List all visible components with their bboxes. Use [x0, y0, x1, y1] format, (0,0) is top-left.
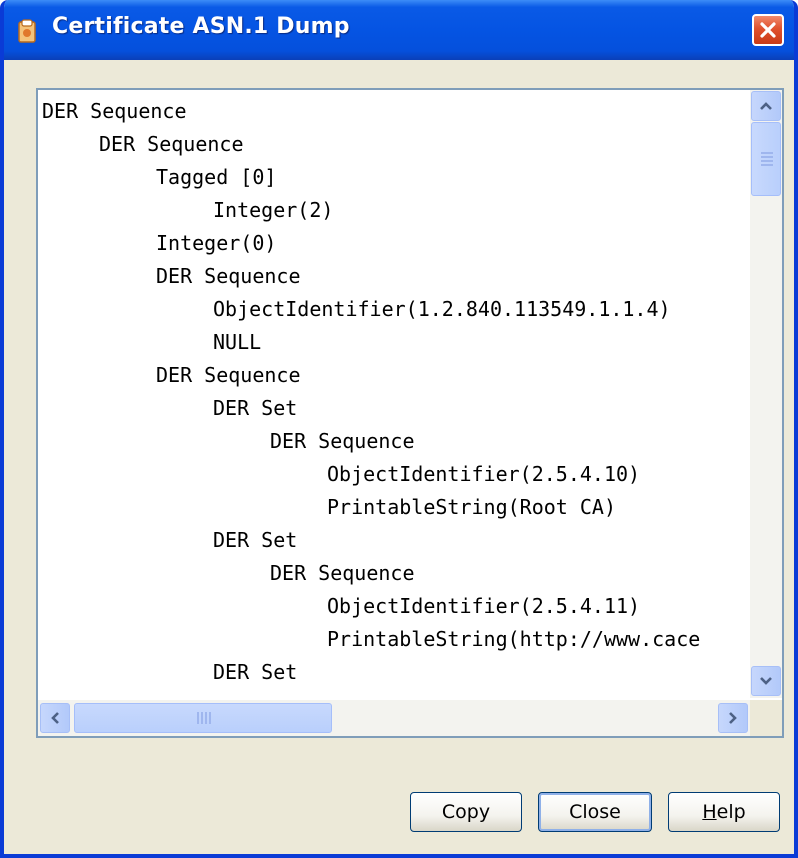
close-window-button[interactable] [752, 14, 784, 46]
chevron-right-icon [729, 712, 737, 724]
help-button[interactable]: Help [668, 792, 780, 832]
horizontal-scrollbar[interactable] [38, 700, 750, 736]
close-button[interactable]: Close [538, 792, 652, 832]
vertical-scrollbar[interactable] [750, 90, 782, 698]
help-label-rest: elp [716, 801, 746, 823]
asn1-dump-line: Integer(0) [156, 231, 277, 255]
asn1-dump-line: DER Set [213, 396, 298, 420]
asn1-dump-line: PrintableString(Root CA) [327, 495, 616, 519]
vertical-scroll-thumb[interactable] [751, 122, 781, 196]
help-accelerator: H [702, 801, 717, 823]
chevron-down-icon [760, 677, 772, 685]
copy-button-label: Copy [441, 801, 491, 823]
horizontal-scroll-thumb[interactable] [74, 703, 332, 733]
asn1-dump-line: DER Set [213, 528, 298, 552]
title-bar[interactable]: Certificate ASN.1 Dump [4, 0, 794, 60]
asn1-dump-line: DER Sequence [99, 132, 244, 156]
copy-button[interactable]: Copy [410, 792, 522, 832]
grip-icon [197, 712, 211, 724]
chevron-up-icon [760, 102, 772, 110]
asn1-dump-line: ObjectIdentifier(2.5.4.11) [327, 594, 641, 618]
chevron-left-icon [51, 712, 59, 724]
asn1-dump-content: DER Sequence DER Sequence Tagged [0] Intege… [38, 90, 748, 698]
certificate-icon [18, 19, 36, 43]
asn1-dump-line: DER Sequence [270, 561, 415, 585]
asn1-dump-line: NULL [213, 330, 262, 354]
close-icon [760, 22, 776, 38]
asn1-dump-textarea[interactable]: DER Sequence DER Sequence Tagged [0] Intege… [36, 88, 784, 738]
scrollbar-corner [750, 700, 782, 736]
asn1-dump-line: DER Sequence [156, 264, 301, 288]
window-title: Certificate ASN.1 Dump [52, 14, 350, 39]
scroll-up-button[interactable] [751, 91, 781, 121]
scroll-down-button[interactable] [751, 666, 781, 696]
asn1-dump-line: ObjectIdentifier(1.2.840.113549.1.1.4) [213, 297, 671, 321]
dialog-window: Certificate ASN.1 Dump DER Sequence DER S… [0, 0, 798, 858]
asn1-dump-line: Integer(2) [213, 198, 334, 222]
asn1-dump-line: DER Sequence [42, 99, 187, 123]
asn1-dump-line: ObjectIdentifier(2.5.4.10) [327, 462, 641, 486]
scroll-left-button[interactable] [40, 703, 70, 733]
asn1-dump-line: DER Sequence [270, 429, 415, 453]
close-button-label: Close [569, 801, 621, 823]
help-button-label: Help [702, 801, 745, 823]
asn1-dump-line: Tagged [0] [156, 165, 277, 189]
grip-icon [761, 152, 773, 166]
asn1-dump-line: DER Set [213, 660, 298, 684]
asn1-dump-line: PrintableString(http://www.cace [327, 627, 701, 651]
scroll-right-button[interactable] [718, 703, 748, 733]
asn1-dump-line: DER Sequence [156, 363, 301, 387]
